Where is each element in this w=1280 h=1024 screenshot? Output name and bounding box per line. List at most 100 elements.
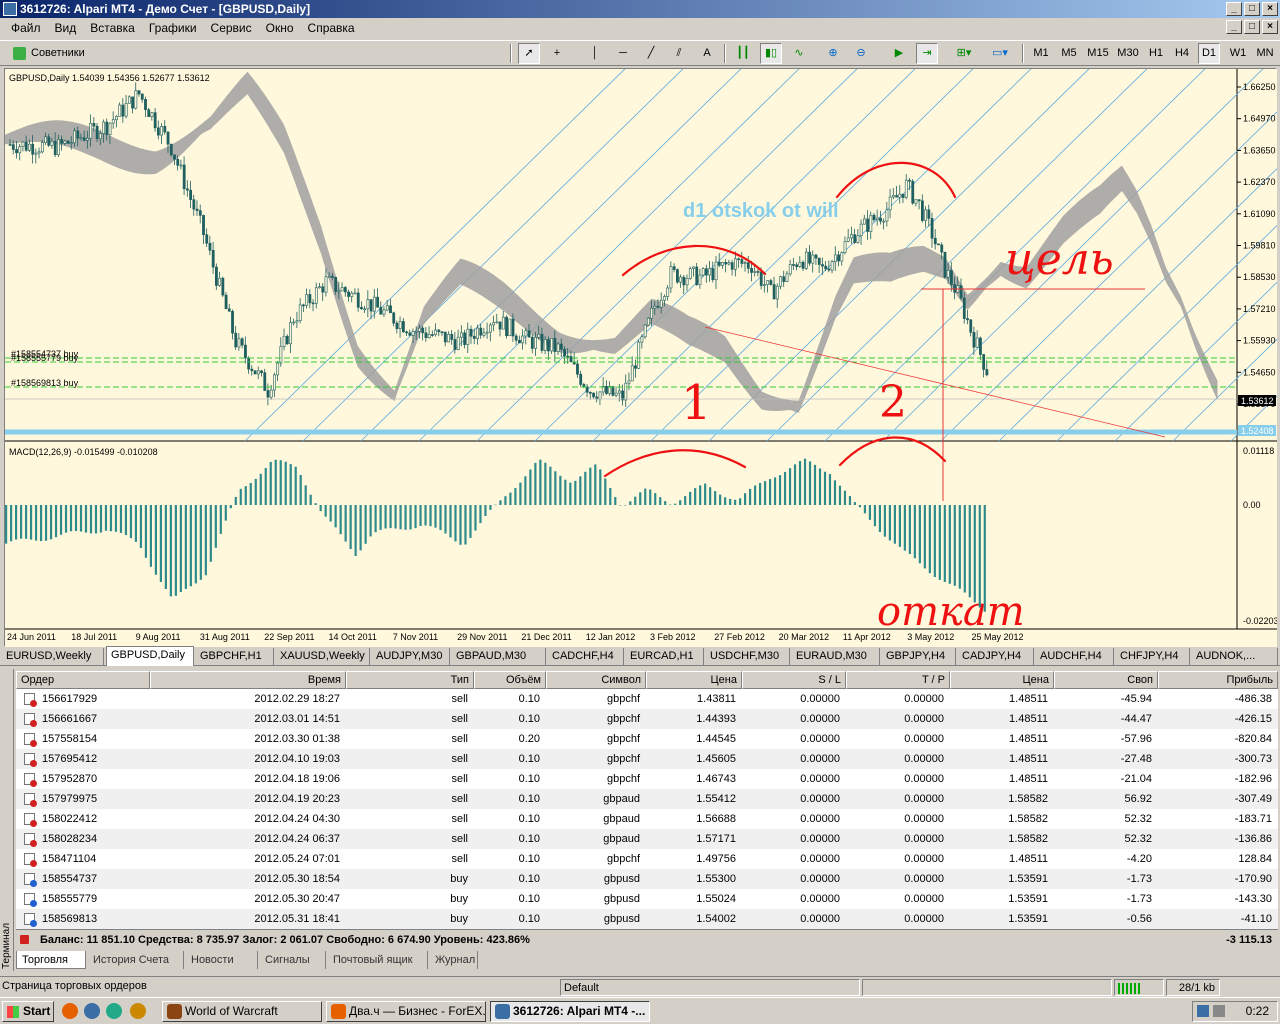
- minimize-button[interactable]: _: [1226, 2, 1242, 16]
- chart-tab[interactable]: AUDJPY,M30: [372, 648, 450, 665]
- chart-tab[interactable]: EURAUD,M30: [792, 648, 880, 665]
- firefox-quicklaunch-icon[interactable]: [62, 1003, 78, 1019]
- column-header[interactable]: Время: [150, 671, 346, 689]
- desktop-quicklaunch-icon[interactable]: [84, 1003, 100, 1019]
- close-button[interactable]: ×: [1262, 2, 1278, 16]
- tf-m15-button[interactable]: M15: [1084, 43, 1112, 64]
- chart-tab[interactable]: AUDCHF,H4: [1036, 648, 1114, 665]
- zoom-in-button[interactable]: ⊕: [822, 43, 844, 64]
- macd-bar: [44, 505, 48, 541]
- menu-help[interactable]: Справка: [301, 21, 362, 35]
- terminal-tab[interactable]: Журнал: [430, 951, 478, 969]
- menu-tools[interactable]: Сервис: [204, 21, 259, 35]
- terminal-tab[interactable]: История Счета: [88, 951, 184, 969]
- chart-tab[interactable]: CHFJPY,H4: [1116, 648, 1190, 665]
- crosshair-tool-button[interactable]: +: [546, 43, 568, 64]
- tf-mn-button[interactable]: MN: [1252, 43, 1278, 64]
- macd-bar: [374, 505, 377, 533]
- zoom-out-button[interactable]: ⊖: [850, 43, 872, 64]
- maximize-button[interactable]: □: [1244, 2, 1260, 16]
- vertical-line-button[interactable]: │: [584, 43, 606, 64]
- column-header[interactable]: Объём: [474, 671, 546, 689]
- column-header[interactable]: Символ: [546, 671, 646, 689]
- task-firefox[interactable]: Два.ч — Бизнес - ForEX...: [326, 1001, 486, 1022]
- terminal-tab[interactable]: Почтовый ящик: [328, 951, 428, 969]
- terminal-tab[interactable]: Сигналы: [260, 951, 326, 969]
- tf-m30-button[interactable]: M30: [1114, 43, 1142, 64]
- cursor-tool-button[interactable]: ➚: [518, 43, 540, 64]
- chart-tab[interactable]: GBPUSD,Daily: [106, 646, 194, 666]
- chart-tab[interactable]: CADCHF,H4: [548, 648, 624, 665]
- candle-chart-button[interactable]: ▮▯: [760, 43, 782, 64]
- macd-bar: [434, 505, 437, 528]
- explorer-quicklaunch-icon[interactable]: [106, 1003, 122, 1019]
- chart-tab[interactable]: CADJPY,H4: [958, 648, 1034, 665]
- price-chart[interactable]: #158554737 buy#158555779 buy#158569813 b…: [5, 58, 1280, 647]
- menu-charts[interactable]: Графики: [142, 21, 204, 35]
- child-restore-button[interactable]: □: [1244, 20, 1260, 34]
- macd-bar: [84, 505, 88, 533]
- horizontal-line-button[interactable]: ─: [612, 43, 634, 64]
- order-row[interactable]: 157979975 2012.04.19 20:23 sell 0.10 gbpaud 1…: [16, 789, 1278, 809]
- tf-m5-button[interactable]: M5: [1056, 43, 1082, 64]
- task-world-of-warcraft[interactable]: World of Warcraft: [162, 1001, 322, 1022]
- order-row[interactable]: 158554737 2012.05.30 18:54 buy 0.10 gbpusd 1.…: [16, 869, 1278, 889]
- order-row[interactable]: 157558154 2012.03.30 01:38 sell 0.20 gbpchf 1…: [16, 729, 1278, 749]
- column-header[interactable]: S / L: [742, 671, 846, 689]
- child-minimize-button[interactable]: _: [1226, 20, 1242, 34]
- terminal-tab[interactable]: Новости: [186, 951, 258, 969]
- chart-tab[interactable]: GBPJPY,H4: [882, 648, 956, 665]
- macd-bar: [19, 505, 23, 539]
- terminal-tab[interactable]: Торговля: [16, 951, 86, 969]
- tf-w1-button[interactable]: W1: [1226, 43, 1250, 64]
- tf-h1-button[interactable]: H1: [1144, 43, 1168, 64]
- chart-tab[interactable]: EURCAD,H1: [626, 648, 704, 665]
- volume-icon[interactable]: [1213, 1005, 1225, 1017]
- app-quicklaunch-icon[interactable]: [130, 1003, 146, 1019]
- order-row[interactable]: 156617929 2012.02.29 18:27 sell 0.10 gbpchf 1…: [16, 689, 1278, 709]
- chart-window[interactable]: #158554737 buy #158555779 buy #158569813 b…: [4, 58, 1280, 647]
- task-mt4[interactable]: 3612726: Alpari MT4 -...: [490, 1001, 650, 1022]
- menu-window[interactable]: Окно: [259, 21, 301, 35]
- bar-chart-button[interactable]: ┃┃: [732, 43, 754, 64]
- order-row[interactable]: 156661667 2012.03.01 14:51 sell 0.10 gbpchf 1…: [16, 709, 1278, 729]
- order-row[interactable]: 157952870 2012.04.18 19:06 sell 0.10 gbpchf 1…: [16, 769, 1278, 789]
- column-header[interactable]: Ордер: [16, 671, 150, 689]
- menu-insert[interactable]: Вставка: [83, 21, 142, 35]
- order-row[interactable]: 158555779 2012.05.30 20:47 buy 0.10 gbpusd 1.…: [16, 889, 1278, 909]
- chart-tab[interactable]: XAUUSD,Weekly: [276, 648, 370, 665]
- column-header[interactable]: Своп: [1054, 671, 1158, 689]
- chart-tab[interactable]: AUDNOK,...: [1192, 648, 1278, 665]
- chart-tab[interactable]: EURUSD,Weekly: [2, 648, 104, 665]
- chart-tab[interactable]: GBPAUD,M30: [452, 648, 546, 665]
- order-row[interactable]: 158022412 2012.04.24 04:30 sell 0.10 gbpaud 1…: [16, 809, 1278, 829]
- order-row[interactable]: 157695412 2012.04.10 19:03 sell 0.10 gbpchf 1…: [16, 749, 1278, 769]
- trendline-button[interactable]: ╱: [640, 43, 662, 64]
- line-chart-button[interactable]: ∿: [788, 43, 810, 64]
- text-tool-button[interactable]: A: [696, 43, 718, 64]
- column-header[interactable]: T / P: [846, 671, 950, 689]
- column-header[interactable]: Тип: [346, 671, 474, 689]
- column-header[interactable]: Цена: [646, 671, 742, 689]
- order-row[interactable]: 158471104 2012.05.24 07:01 sell 0.10 gbpchf 1…: [16, 849, 1278, 869]
- network-icon[interactable]: [1197, 1005, 1209, 1017]
- column-header[interactable]: Цена: [950, 671, 1054, 689]
- tf-m1-button[interactable]: M1: [1028, 43, 1054, 64]
- chart-tab[interactable]: USDCHF,M30: [706, 648, 790, 665]
- chart-tab[interactable]: GBPCHF,H1: [196, 648, 274, 665]
- autoscroll-button[interactable]: ▶: [888, 43, 910, 64]
- menu-view[interactable]: Вид: [48, 21, 84, 35]
- child-close-button[interactable]: ×: [1262, 20, 1278, 34]
- menu-file[interactable]: Файл: [4, 21, 48, 35]
- indicators-button[interactable]: ⊞▾: [950, 43, 978, 64]
- periods-button[interactable]: ▭▾: [986, 43, 1014, 64]
- start-button[interactable]: Start: [2, 1001, 54, 1022]
- column-header[interactable]: Прибыль: [1158, 671, 1278, 689]
- channel-button[interactable]: ⫽: [668, 43, 690, 64]
- chart-shift-button[interactable]: ⇥: [916, 43, 938, 64]
- tf-h4-button[interactable]: H4: [1170, 43, 1194, 64]
- order-row[interactable]: 158569813 2012.05.31 18:41 buy 0.10 gbpusd 1.…: [16, 909, 1278, 929]
- tf-d1-button[interactable]: D1: [1198, 43, 1220, 64]
- order-row[interactable]: 158028234 2012.04.24 06:37 sell 0.10 gbpaud 1…: [16, 829, 1278, 849]
- experts-button[interactable]: Советники: [8, 43, 96, 64]
